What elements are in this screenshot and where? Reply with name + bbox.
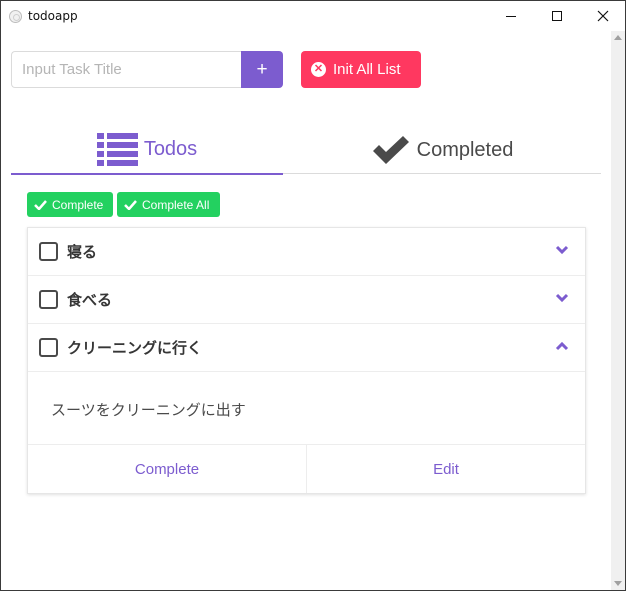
card-complete-button[interactable]: Complete bbox=[28, 445, 306, 493]
tab-bar: Todos Completed bbox=[11, 126, 601, 175]
checkmark-icon bbox=[372, 136, 409, 164]
minimize-icon bbox=[506, 15, 516, 17]
scroll-up-arrow-icon[interactable] bbox=[614, 35, 622, 40]
todo-detail-text: スーツをクリーニングに出す bbox=[51, 401, 246, 419]
todo-list-card: 寝る 食べる クリーニングに行く スーツをクリーニングに出す Complete … bbox=[27, 227, 586, 494]
complete-button[interactable]: Complete bbox=[27, 192, 113, 217]
vertical-scrollbar[interactable] bbox=[611, 31, 625, 590]
window-title: todoapp bbox=[28, 9, 78, 23]
main-content: + ✕ Init All List Todos bbox=[1, 31, 611, 590]
card-footer: Complete Edit bbox=[28, 445, 585, 493]
chevron-down-icon[interactable] bbox=[555, 245, 569, 255]
task-title-input[interactable] bbox=[11, 51, 241, 88]
tab-todos[interactable]: Todos bbox=[11, 126, 283, 175]
list-icon bbox=[96, 133, 138, 166]
todo-item[interactable]: 食べる bbox=[28, 276, 585, 324]
init-all-list-label: Init All List bbox=[333, 61, 401, 78]
todo-item[interactable]: 寝る bbox=[28, 228, 585, 276]
complete-all-button-label: Complete All bbox=[142, 197, 210, 212]
times-circle-icon: ✕ bbox=[311, 62, 326, 77]
app-window: todoapp + ✕ Init All List bbox=[0, 0, 626, 591]
minimize-button[interactable] bbox=[488, 1, 534, 31]
todo-checkbox[interactable] bbox=[39, 242, 58, 261]
todo-checkbox[interactable] bbox=[39, 290, 58, 309]
todo-detail: スーツをクリーニングに出す bbox=[28, 373, 585, 445]
complete-all-button[interactable]: Complete All bbox=[117, 192, 220, 217]
close-icon bbox=[597, 10, 609, 22]
scroll-down-arrow-icon[interactable] bbox=[614, 581, 622, 586]
maximize-icon bbox=[552, 11, 562, 21]
check-icon bbox=[124, 199, 137, 210]
app-icon bbox=[9, 10, 22, 23]
todo-title: 寝る bbox=[67, 243, 98, 261]
todo-title: クリーニングに行く bbox=[67, 339, 203, 357]
tab-completed-label: Completed bbox=[416, 138, 514, 161]
complete-button-label: Complete bbox=[52, 197, 104, 212]
check-icon bbox=[34, 199, 47, 210]
add-task-button[interactable]: + bbox=[241, 51, 283, 88]
chevron-down-icon[interactable] bbox=[555, 293, 569, 303]
close-button[interactable] bbox=[580, 1, 626, 31]
todo-title: 食べる bbox=[67, 291, 113, 309]
tab-completed[interactable]: Completed bbox=[283, 126, 601, 174]
card-edit-button[interactable]: Edit bbox=[306, 445, 585, 493]
todo-checkbox[interactable] bbox=[39, 338, 58, 357]
title-bar: todoapp bbox=[1, 1, 625, 31]
chevron-up-icon[interactable] bbox=[555, 341, 569, 351]
tab-todos-label: Todos bbox=[143, 138, 198, 160]
init-all-list-button[interactable]: ✕ Init All List bbox=[301, 51, 421, 88]
todo-item[interactable]: クリーニングに行く bbox=[28, 324, 585, 372]
maximize-button[interactable] bbox=[534, 1, 580, 31]
